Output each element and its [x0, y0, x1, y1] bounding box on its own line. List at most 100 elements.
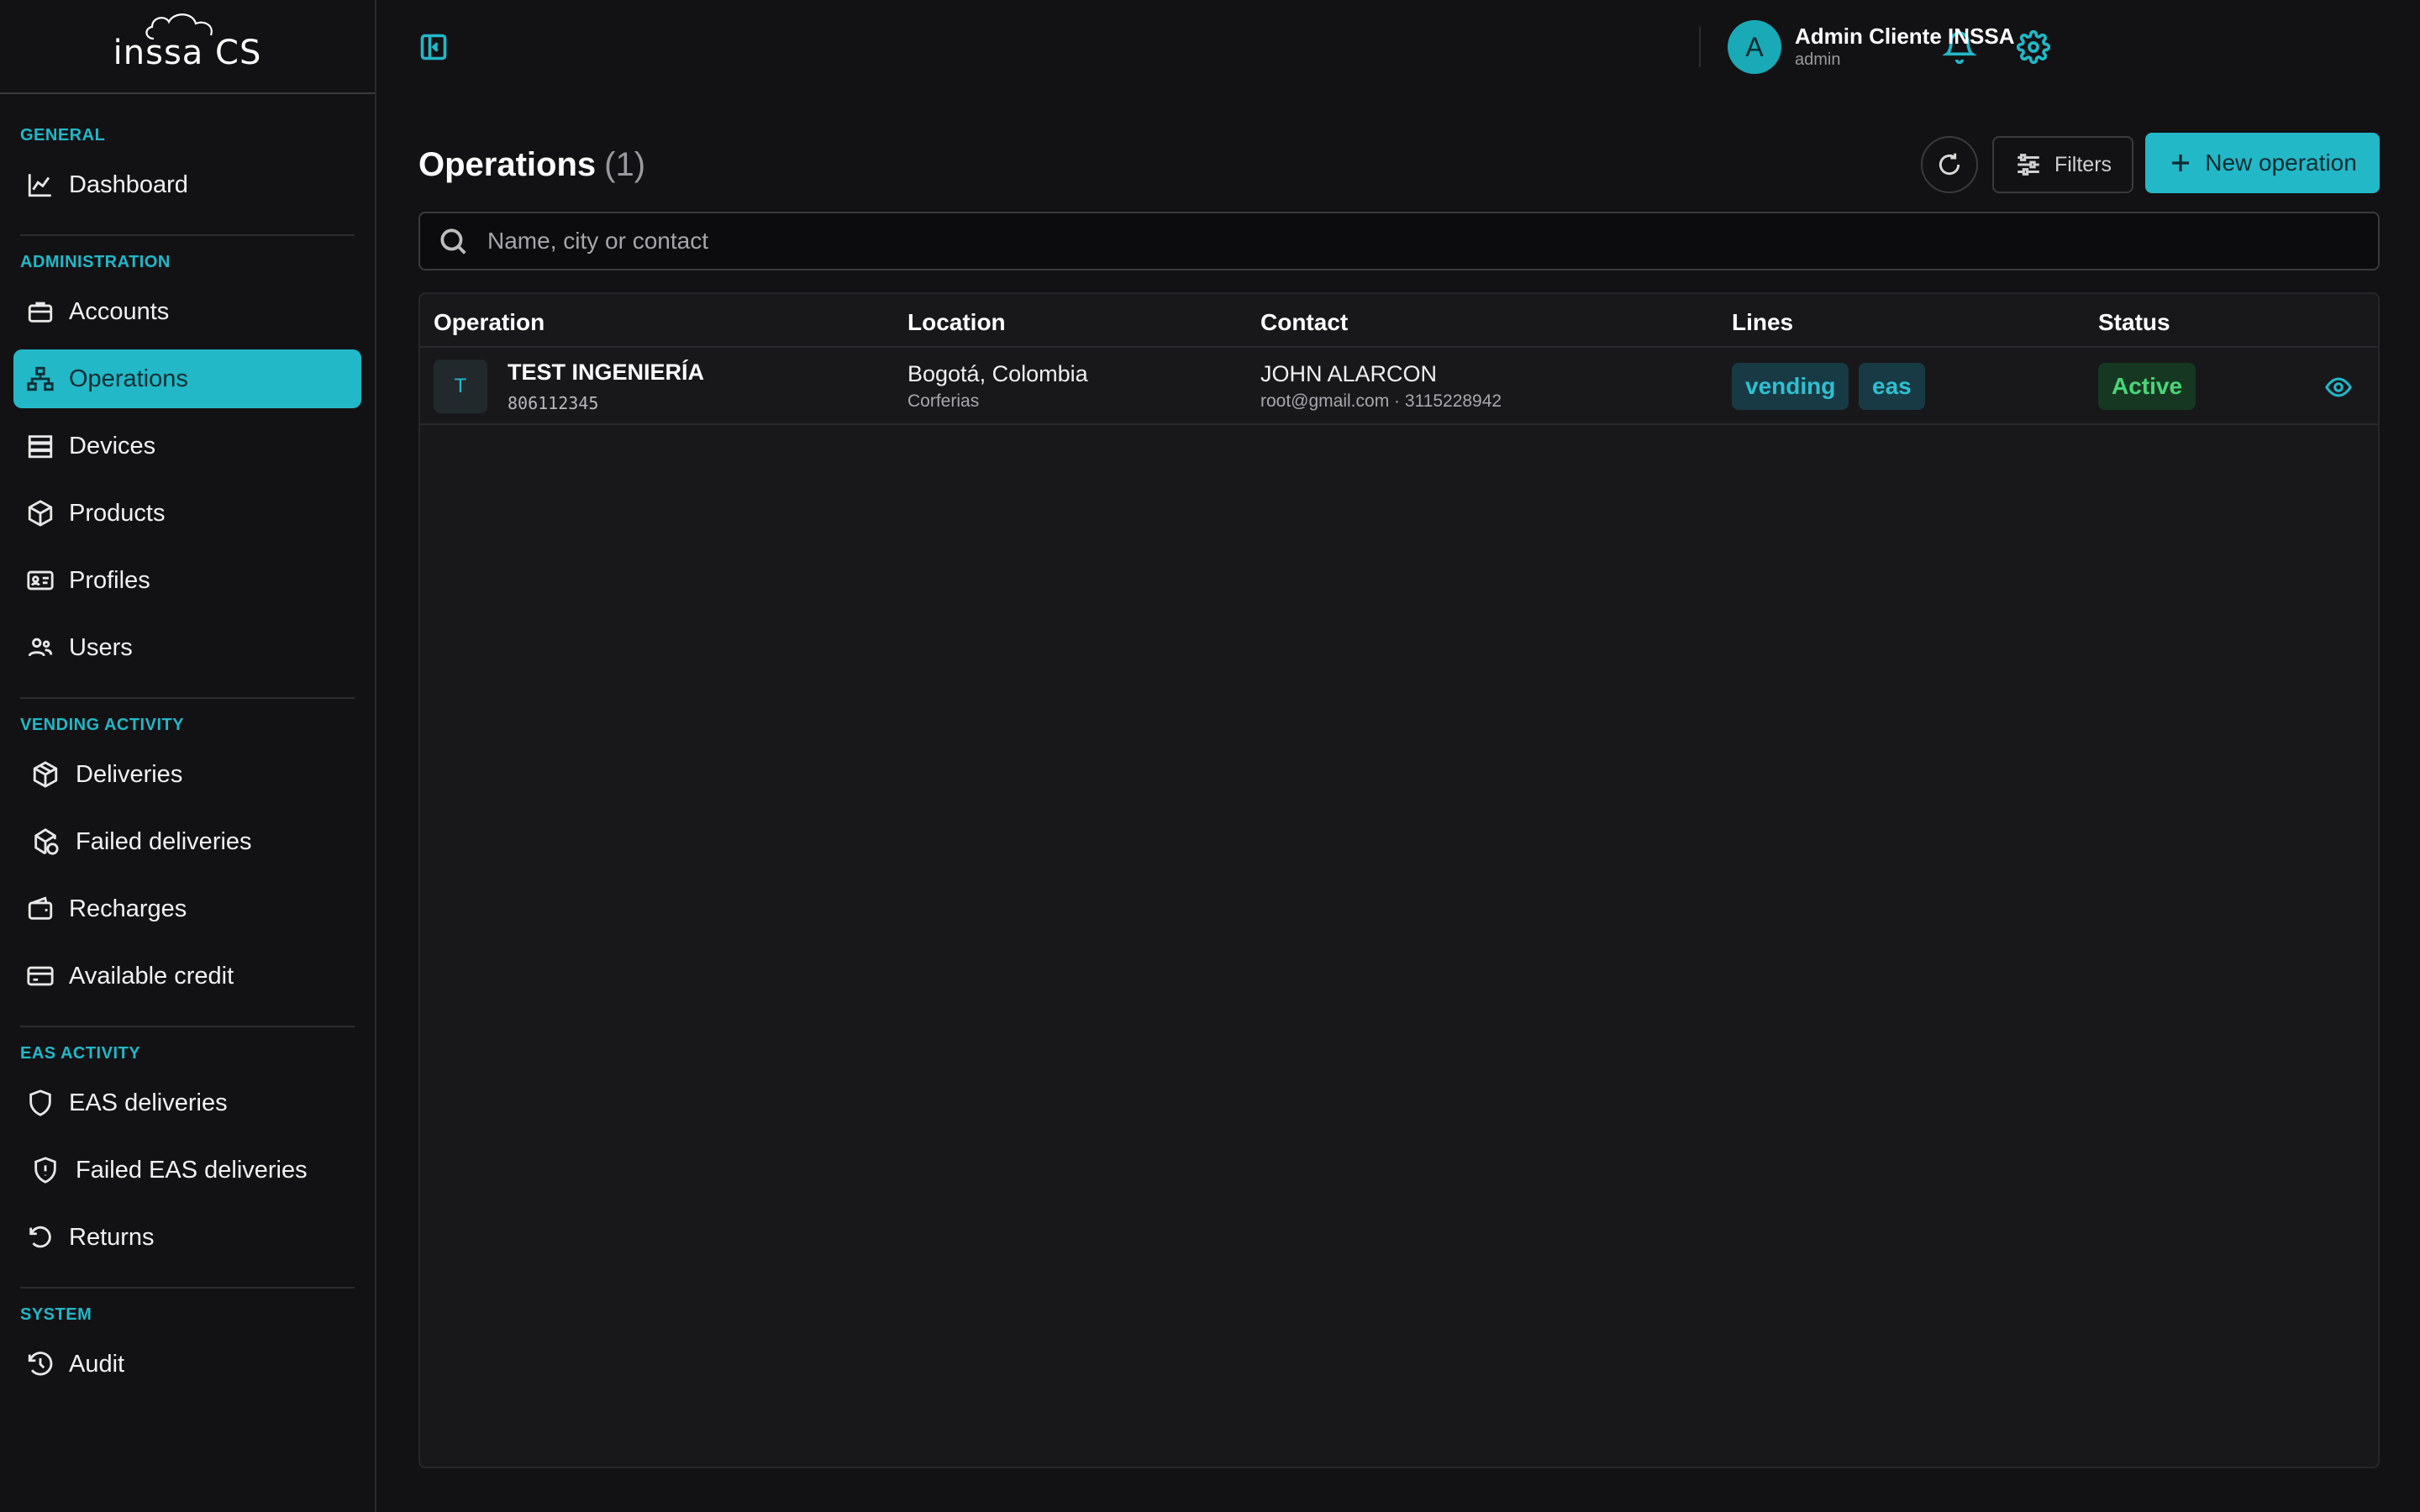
sidebar-item-failed-deliveries[interactable]: Failed deliveries [13, 812, 361, 871]
line-tag-vending: vending [1732, 363, 1849, 410]
sidebar-item-audit[interactable]: Audit [13, 1335, 361, 1394]
sidebar-item-label: Products [69, 499, 166, 527]
sidebar-item-label: Devices [69, 432, 156, 459]
section-label-administration: ADMINISTRATION [20, 253, 171, 271]
sliders-icon [2018, 154, 2039, 176]
sidebar-item-label: Available credit [69, 962, 234, 990]
sidebar-item-label: Users [69, 633, 133, 661]
filters-button[interactable]: Filters [1992, 136, 2133, 193]
column-header-lines[interactable]: Lines [1732, 309, 1793, 336]
sidebar-item-label: Failed deliveries [76, 827, 252, 855]
panel-left-icon [420, 34, 447, 60]
sidebar-item-eas-deliveries[interactable]: EAS deliveries [13, 1074, 361, 1132]
plus-icon [2172, 155, 2190, 171]
chart-line-icon [25, 170, 55, 200]
divider [20, 1287, 355, 1289]
page-title: Operations (1) [418, 146, 645, 184]
refresh-button[interactable] [1921, 136, 1978, 193]
package-alert-icon [30, 827, 60, 857]
divider [20, 697, 355, 699]
search-icon [440, 228, 466, 255]
sidebar-item-devices[interactable]: Devices [13, 417, 361, 475]
briefcase-icon [25, 297, 55, 327]
status-badge: Active [2098, 363, 2196, 410]
sidebar-item-label: EAS deliveries [69, 1089, 228, 1116]
sidebar-item-returns[interactable]: Returns [13, 1208, 361, 1267]
view-button[interactable] [2324, 373, 2353, 402]
wallet-icon [25, 894, 55, 924]
user-name[interactable]: Admin Cliente INSSA [1795, 24, 2014, 50]
new-operation-button[interactable]: New operation [2145, 133, 2380, 193]
location-city: Bogotá, Colombia [908, 361, 1088, 386]
package-icon [30, 759, 60, 790]
line-tag-eas: eas [1859, 363, 1925, 410]
shield-alert-icon [30, 1155, 60, 1185]
column-header-location[interactable]: Location [908, 309, 1006, 336]
column-header-status[interactable]: Status [2098, 309, 2170, 336]
new-operation-label: New operation [2205, 150, 2357, 176]
divider [1699, 27, 1701, 67]
page-title-text: Operations [418, 146, 597, 183]
settings-button[interactable] [2016, 29, 2051, 65]
sidebar-item-profiles[interactable]: Profiles [13, 551, 361, 610]
operation-avatar: T [434, 360, 487, 413]
operations-table: Operation Location Contact Lines Status … [418, 292, 2380, 1468]
column-header-contact[interactable]: Contact [1260, 309, 1348, 336]
sidebar-toggle-button[interactable] [418, 32, 449, 62]
logo[interactable]: inssa CS [0, 0, 375, 94]
sidebar-item-label: Dashboard [69, 171, 188, 198]
cloud-icon [145, 13, 213, 40]
gear-icon [2016, 29, 2051, 65]
table-header: Operation Location Contact Lines Status [420, 294, 2378, 348]
box-icon [25, 498, 55, 528]
eye-icon [2325, 377, 2352, 397]
column-header-operation[interactable]: Operation [434, 309, 544, 336]
sidebar-item-label: Deliveries [76, 760, 183, 788]
history-icon [25, 1349, 55, 1379]
rotate-ccw-icon [25, 1222, 55, 1252]
contact-details: root@gmail.com · 3115228942 [1260, 391, 1502, 411]
sidebar-item-failed-eas-deliveries[interactable]: Failed EAS deliveries [13, 1141, 361, 1200]
operation-code: 806112345 [508, 393, 599, 413]
sidebar-item-dashboard[interactable]: Dashboard [13, 155, 361, 214]
table-row[interactable]: T TEST INGENIERÍA 806112345 Bogotá, Colo… [420, 348, 2378, 425]
contact-name: JOHN ALARCON [1260, 361, 1438, 386]
app-root: inssa CS GENERAL Dashboard ADMINISTRATIO… [0, 0, 2420, 1512]
sidebar-item-label: Returns [69, 1223, 155, 1251]
sidebar-item-accounts[interactable]: Accounts [13, 282, 361, 341]
id-card-icon [25, 565, 55, 596]
sidebar-nav: GENERAL Dashboard ADMINISTRATION Account… [0, 94, 375, 1394]
search-bar [418, 212, 2380, 270]
sidebar-item-operations[interactable]: Operations [13, 349, 361, 408]
operation-name: TEST INGENIERÍA [508, 360, 705, 385]
sidebar: inssa CS GENERAL Dashboard ADMINISTRATIO… [0, 0, 376, 1512]
sidebar-item-recharges[interactable]: Recharges [13, 879, 361, 938]
section-label-vending-activity: VENDING ACTIVITY [20, 716, 185, 734]
sidebar-item-label: Audit [69, 1350, 125, 1378]
main-content: Operations(1) Filters New operation Oper… [418, 94, 2380, 1468]
sidebar-item-label: Recharges [69, 895, 187, 922]
filters-button-label: Filters [2054, 152, 2112, 176]
search-input[interactable] [487, 228, 2378, 255]
sidebar-item-available-credit[interactable]: Available credit [13, 947, 361, 1005]
avatar[interactable]: A [1728, 20, 1781, 74]
server-icon [25, 431, 55, 461]
sidebar-item-label: Accounts [69, 297, 170, 325]
topbar: A Admin Cliente INSSA admin [376, 0, 2420, 94]
divider [20, 234, 355, 236]
sidebar-item-label: Operations [69, 365, 188, 392]
user-role: admin [1795, 50, 1841, 69]
location-venue: Corferias [908, 391, 980, 411]
sidebar-item-products[interactable]: Products [13, 484, 361, 543]
sidebar-item-users[interactable]: Users [13, 618, 361, 677]
section-label-system: SYSTEM [20, 1305, 92, 1324]
refresh-icon [1939, 153, 1960, 176]
sidebar-item-deliveries[interactable]: Deliveries [13, 745, 361, 804]
sidebar-item-label: Profiles [69, 566, 150, 594]
credit-card-icon [25, 961, 55, 991]
section-label-eas-activity: EAS ACTIVITY [20, 1044, 141, 1063]
page-count: (1) [604, 146, 646, 183]
shield-icon [25, 1088, 55, 1118]
divider [20, 1026, 355, 1027]
sitemap-icon [25, 364, 55, 394]
